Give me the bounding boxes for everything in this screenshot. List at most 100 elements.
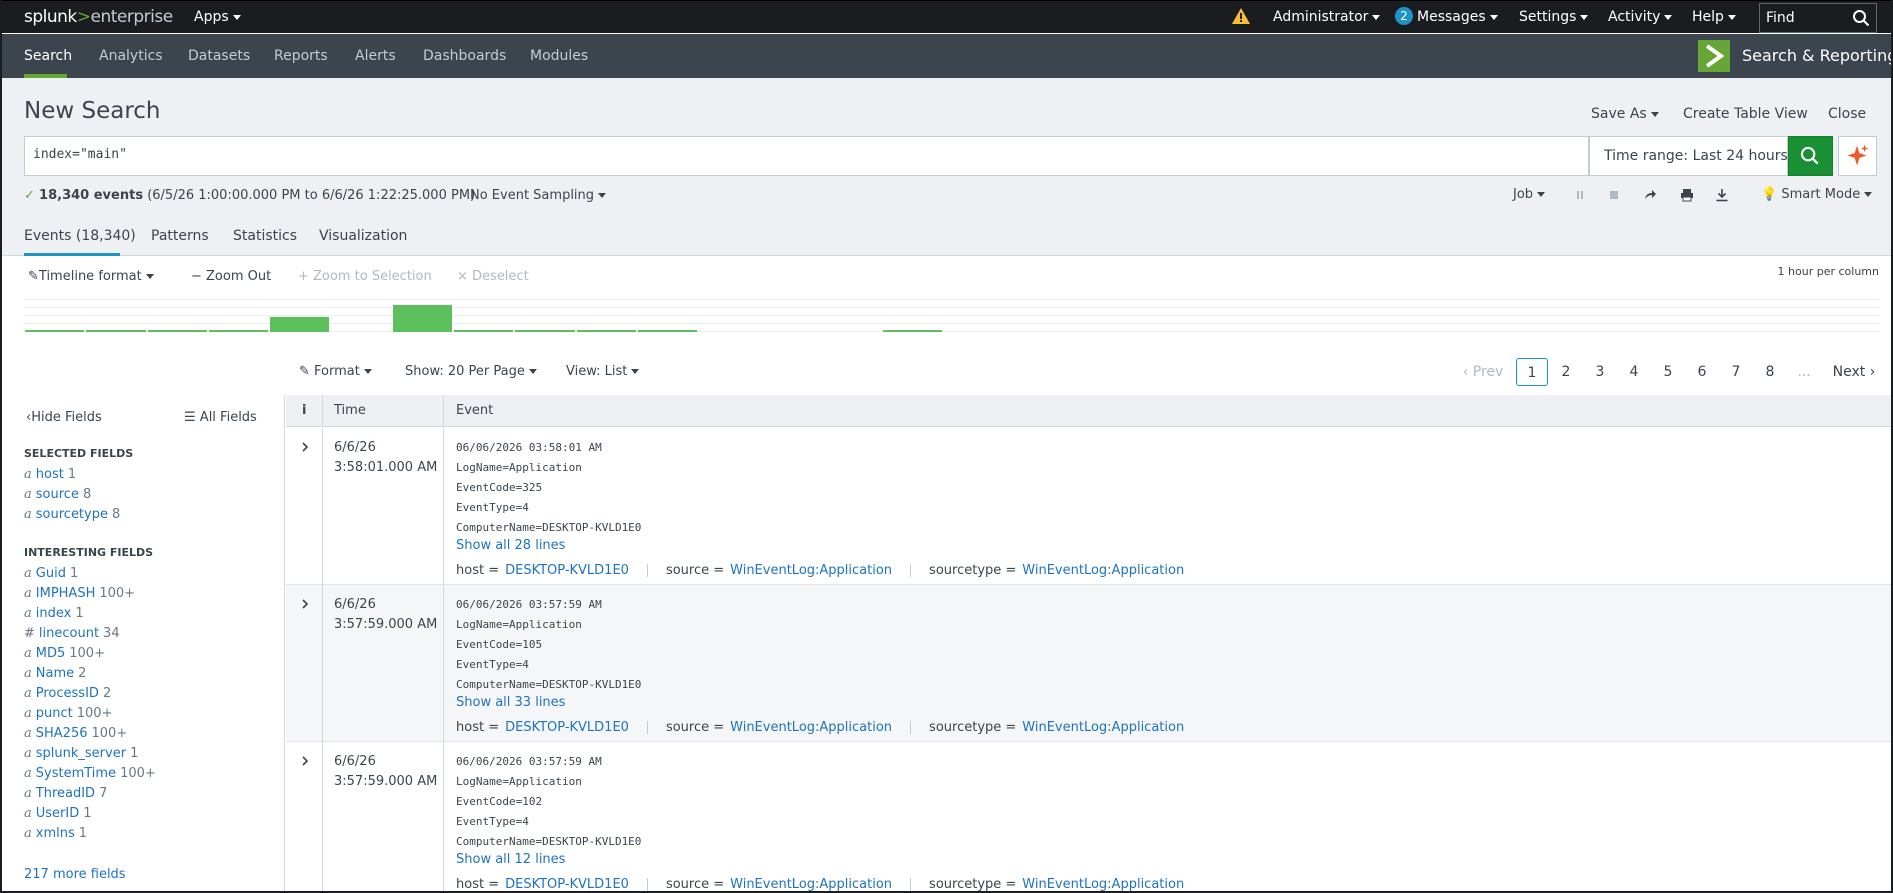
metadata-value-host[interactable]: DESKTOP-KVLD1E0	[505, 720, 629, 735]
timeline-bar[interactable]	[638, 330, 698, 332]
find-input[interactable]	[1766, 8, 1846, 28]
timeline-bar[interactable]	[576, 330, 636, 332]
create-table-view-button[interactable]: Create Table View	[1683, 106, 1808, 122]
tab-visualization[interactable]: Visualization	[319, 228, 407, 244]
timeline-bar[interactable]	[25, 330, 85, 332]
search-submit-button[interactable]	[1788, 136, 1833, 176]
page-button[interactable]: 7	[1720, 358, 1752, 386]
job-menu[interactable]: Job	[1513, 187, 1546, 202]
activity-menu[interactable]: Activity	[1608, 9, 1673, 25]
more-fields-link[interactable]: 217 more fields	[24, 867, 126, 882]
timeline-bar[interactable]	[86, 330, 146, 332]
field-name[interactable]: UserID	[36, 806, 79, 821]
format-button[interactable]: ✎ Format	[299, 364, 372, 379]
chevron-right-icon[interactable]	[298, 754, 312, 768]
show-all-lines-link[interactable]: Show all 33 lines	[456, 695, 565, 710]
field-name[interactable]: SystemTime	[36, 766, 116, 781]
field-item[interactable]: a xmlns 1	[24, 826, 87, 841]
field-item[interactable]: a splunk_server 1	[24, 746, 138, 761]
field-name[interactable]: index	[36, 606, 72, 621]
chevron-right-icon[interactable]	[298, 597, 312, 611]
pause-icon[interactable]	[1573, 188, 1587, 202]
hide-fields-button[interactable]: ‹Hide Fields	[26, 410, 102, 425]
page-button[interactable]: 5	[1652, 358, 1684, 386]
save-as-button[interactable]: Save As	[1591, 106, 1659, 122]
messages-menu[interactable]: 2 Messages	[1395, 7, 1498, 25]
zoom-to-selection-button[interactable]: + Zoom to Selection	[298, 269, 432, 284]
splunk-logo[interactable]: splunk>enterprise	[24, 7, 173, 27]
field-name[interactable]: SHA256	[36, 726, 88, 741]
timeline-bar[interactable]	[392, 305, 453, 332]
chevron-right-icon[interactable]	[298, 440, 312, 454]
time-column-header[interactable]: Time	[334, 403, 366, 418]
metadata-value-host[interactable]: DESKTOP-KVLD1E0	[505, 563, 629, 578]
metadata-value-sourcetype[interactable]: WinEventLog:Application	[1022, 877, 1184, 891]
timeline-bar[interactable]	[270, 317, 330, 332]
field-name[interactable]: xmlns	[36, 826, 75, 841]
page-button[interactable]: 3	[1584, 358, 1616, 386]
time-range-picker[interactable]: Time range: Last 24 hours	[1589, 136, 1800, 176]
field-item[interactable]: a sourcetype 8	[24, 507, 120, 522]
field-name[interactable]: punct	[36, 706, 73, 721]
field-item[interactable]: a index 1	[24, 606, 84, 621]
field-item[interactable]: a ThreadID 7	[24, 786, 107, 801]
event-sampling-dropdown[interactable]: No Event Sampling	[470, 188, 607, 203]
nav-search[interactable]: Search	[24, 48, 72, 64]
metadata-value-sourcetype[interactable]: WinEventLog:Application	[1022, 720, 1184, 735]
field-name[interactable]: splunk_server	[36, 746, 126, 761]
close-button[interactable]: Close	[1828, 106, 1866, 122]
field-item[interactable]: a UserID 1	[24, 806, 92, 821]
zoom-out-button[interactable]: − Zoom Out	[191, 269, 271, 284]
field-item[interactable]: a IMPHASH 100+	[24, 586, 135, 601]
metadata-value-source[interactable]: WinEventLog:Application	[730, 877, 892, 891]
nav-reports[interactable]: Reports	[274, 48, 328, 64]
timeline-bar[interactable]	[515, 330, 575, 332]
field-name[interactable]: MD5	[36, 646, 66, 661]
page-button[interactable]: 6	[1686, 358, 1718, 386]
stop-icon[interactable]	[1607, 188, 1621, 202]
metadata-value-source[interactable]: WinEventLog:Application	[730, 563, 892, 578]
nav-dashboards[interactable]: Dashboards	[423, 48, 506, 64]
deselect-button[interactable]: × Deselect	[457, 269, 529, 284]
field-item[interactable]: a SystemTime 100+	[24, 766, 156, 781]
search-mode-menu[interactable]: 💡 Smart Mode	[1761, 187, 1873, 202]
search-icon[interactable]	[1852, 9, 1870, 27]
timeline-bar[interactable]	[208, 330, 269, 332]
field-name[interactable]: Guid	[36, 566, 66, 581]
all-fields-button[interactable]: ☰ All Fields	[184, 410, 257, 425]
field-name[interactable]: IMPHASH	[36, 586, 96, 601]
field-name[interactable]: linecount	[39, 626, 99, 641]
metadata-value-source[interactable]: WinEventLog:Application	[730, 720, 892, 735]
tab-events[interactable]: Events (18,340)	[24, 228, 136, 244]
show-all-lines-link[interactable]: Show all 28 lines	[456, 538, 565, 553]
field-item[interactable]: a host 1	[24, 467, 76, 482]
print-icon[interactable]	[1680, 188, 1694, 202]
settings-menu[interactable]: Settings	[1519, 9, 1589, 25]
field-name[interactable]: host	[36, 467, 64, 482]
nav-modules[interactable]: Modules	[530, 48, 588, 64]
nav-analytics[interactable]: Analytics	[99, 48, 163, 64]
tab-patterns[interactable]: Patterns	[151, 228, 209, 244]
ai-assistant-button[interactable]	[1838, 136, 1877, 176]
field-item[interactable]: a punct 100+	[24, 706, 112, 721]
show-all-lines-link[interactable]: Show all 12 lines	[456, 852, 565, 867]
export-icon[interactable]	[1715, 188, 1729, 202]
per-page-dropdown[interactable]: Show: 20 Per Page	[405, 364, 537, 379]
next-page-button[interactable]: Next ›	[1826, 358, 1882, 386]
field-item[interactable]: a SHA256 100+	[24, 726, 127, 741]
field-name[interactable]: ThreadID	[36, 786, 95, 801]
page-button[interactable]: 8	[1754, 358, 1786, 386]
field-name[interactable]: sourcetype	[36, 507, 108, 522]
page-button[interactable]: 2	[1550, 358, 1582, 386]
page-button[interactable]: 1	[1516, 358, 1548, 386]
prev-page-button[interactable]: ‹ Prev	[1458, 358, 1508, 386]
field-item[interactable]: # linecount 34	[24, 626, 120, 641]
administrator-menu[interactable]: Administrator	[1273, 9, 1381, 25]
nav-datasets[interactable]: Datasets	[188, 48, 250, 64]
field-name[interactable]: source	[36, 487, 79, 502]
field-name[interactable]: Name	[36, 666, 74, 681]
field-item[interactable]: a ProcessID 2	[24, 686, 111, 701]
search-query-input[interactable]	[33, 147, 1533, 162]
timeline-bar[interactable]	[883, 330, 943, 332]
help-menu[interactable]: Help	[1692, 9, 1736, 25]
